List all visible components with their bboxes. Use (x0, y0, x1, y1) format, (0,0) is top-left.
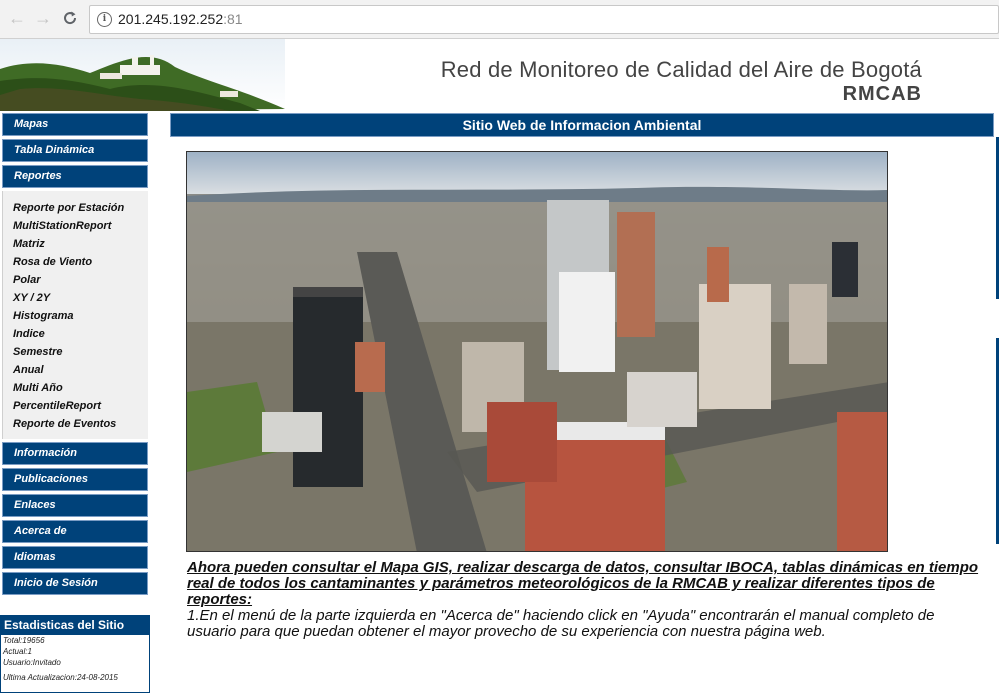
submenu-multistationreport[interactable]: MultiStationReport (3, 217, 148, 235)
submenu-polar[interactable]: Polar (3, 271, 148, 289)
submenu-multi-ano[interactable]: Multi Año (3, 379, 148, 397)
main-description: Ahora pueden consultar el Mapa GIS, real… (187, 560, 987, 640)
browser-toolbar: ← → i 201.245.192.252:81 (0, 0, 999, 39)
submenu-semestre[interactable]: Semestre (3, 343, 148, 361)
stats-total: Total:19656 (3, 636, 45, 645)
stats-usuario: Usuario:Invitado (3, 658, 61, 667)
lead-text: Ahora pueden consultar el Mapa GIS, real… (187, 559, 979, 608)
menu-publicaciones[interactable]: Publicaciones (2, 468, 148, 491)
reload-icon[interactable] (59, 7, 81, 29)
menu-acerca-de[interactable]: Acerca de (2, 520, 148, 543)
stats-ultima-actualizacion: Ultima Actualizacion:24-08-2015 (3, 673, 118, 682)
submenu-reporte-por-estacion[interactable]: Reporte por Estación (3, 199, 148, 217)
menu-enlaces[interactable]: Enlaces (2, 494, 148, 517)
stats-actual: Actual:1 (3, 647, 32, 656)
menu-idiomas[interactable]: Idiomas (2, 546, 148, 569)
info-icon[interactable]: i (97, 12, 112, 27)
menu-tabla-dinamica[interactable]: Tabla Dinámica (2, 139, 148, 162)
submenu-matriz[interactable]: Matriz (3, 235, 148, 253)
stats-title: Estadisticas del Sitio (1, 616, 149, 635)
url-text: 201.245.192.252:81 (118, 11, 243, 27)
bogota-city-photo (186, 151, 888, 552)
menu-mapas[interactable]: Mapas (2, 113, 148, 136)
address-bar[interactable]: i 201.245.192.252:81 (89, 5, 999, 34)
main-title-bar: Sitio Web de Informacion Ambiental (170, 113, 994, 137)
submenu-xy-2y[interactable]: XY / 2Y (3, 289, 148, 307)
arrow-left-icon[interactable]: ← (6, 7, 28, 29)
submenu-anual[interactable]: Anual (3, 361, 148, 379)
submenu-indice[interactable]: Indice (3, 325, 148, 343)
submenu-rosa-de-viento[interactable]: Rosa de Viento (3, 253, 148, 271)
sidebar: Mapas Tabla Dinámica Reportes Reporte po… (0, 113, 150, 598)
body-text: 1.En el menú de la parte izquierda en "A… (187, 607, 935, 640)
menu-reportes[interactable]: Reportes (2, 165, 148, 188)
submenu-histograma[interactable]: Histograma (3, 307, 148, 325)
site-stats-panel: Estadisticas del Sitio Total:19656 Actua… (0, 615, 150, 693)
menu-informacion[interactable]: Información (2, 442, 148, 465)
site-title: Red de Monitoreo de Calidad del Aire de … (440, 57, 922, 82)
reportes-submenu: Reporte por Estación MultiStationReport … (2, 191, 148, 439)
arrow-right-icon[interactable]: → (32, 7, 54, 29)
submenu-reporte-de-eventos[interactable]: Reporte de Eventos (3, 415, 148, 433)
bogota-hills-logo (0, 39, 285, 111)
site-acronym: RMCAB (842, 83, 922, 105)
submenu-percentilereport[interactable]: PercentileReport (3, 397, 148, 415)
site-header: Red de Monitoreo de Calidad del Aire de … (0, 39, 999, 111)
menu-inicio-de-sesion[interactable]: Inicio de Sesión (2, 572, 148, 595)
